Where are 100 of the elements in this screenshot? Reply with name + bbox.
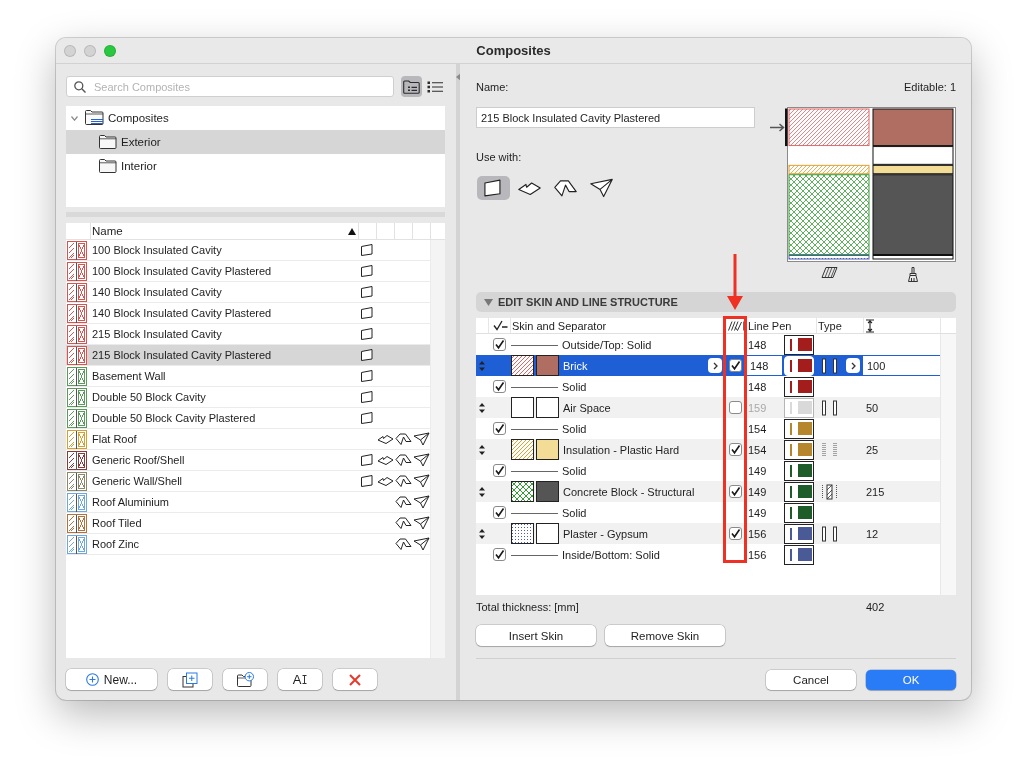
list-row[interactable]: Flat Roof <box>66 429 430 450</box>
drag-handle-icon[interactable] <box>479 486 485 497</box>
table-row[interactable]: Solid 149 <box>476 460 940 481</box>
fill-swatch-icon[interactable] <box>536 481 559 502</box>
table-row[interactable]: Plaster - Gypsum 156 12 <box>476 523 940 544</box>
list-row[interactable]: Roof Aluminium <box>66 492 430 513</box>
hatch-swatch-icon[interactable] <box>511 481 534 502</box>
tree-item[interactable]: Composites <box>66 106 445 130</box>
checkbox[interactable] <box>492 380 506 393</box>
scrollbar-track[interactable] <box>940 334 956 595</box>
duplicate-button[interactable] <box>168 669 212 690</box>
table-row[interactable]: Inside/Bottom: Solid 156 <box>476 544 940 565</box>
expand-button[interactable] <box>846 358 860 373</box>
list-row[interactable]: Double 50 Block Cavity <box>66 387 430 408</box>
dialog-button[interactable]: Cancel <box>766 670 856 690</box>
skin-action-button[interactable]: Insert Skin <box>476 625 596 646</box>
double-bar-icon[interactable] <box>821 525 838 542</box>
total-thickness-value: 402 <box>866 601 885 614</box>
drag-handle-icon[interactable] <box>479 360 485 371</box>
dotted-bar-icon[interactable] <box>821 441 838 458</box>
checkbox[interactable] <box>728 359 742 372</box>
checkbox[interactable] <box>492 338 506 351</box>
list-row[interactable]: Double 50 Block Cavity Plastered <box>66 408 430 429</box>
hatch-swatch-icon[interactable] <box>511 355 534 376</box>
brush-icon[interactable] <box>907 267 919 282</box>
list-row[interactable]: Roof Tiled <box>66 513 430 534</box>
wall-toggle[interactable] <box>477 176 510 200</box>
hatch-swatch-icon[interactable] <box>511 439 534 460</box>
hatched-core-icon[interactable] <box>821 483 838 500</box>
pen-button[interactable] <box>784 544 814 565</box>
fill-swatch-icon[interactable] <box>536 439 559 460</box>
fill-swatch-icon[interactable] <box>536 355 559 376</box>
list-row[interactable]: Basement Wall <box>66 366 430 387</box>
fill-swatch-icon[interactable] <box>536 397 559 418</box>
new-button[interactable]: New... <box>66 669 157 690</box>
checkbox[interactable] <box>492 548 506 561</box>
delete-button[interactable] <box>333 669 377 690</box>
hatch-swatch-icon[interactable] <box>511 397 534 418</box>
list-row[interactable]: 140 Block Insulated Cavity Plastered <box>66 303 430 324</box>
pen-button[interactable] <box>784 418 814 439</box>
pen-button[interactable] <box>784 523 814 544</box>
search-field[interactable]: Search Composites <box>66 76 394 97</box>
pen-button[interactable] <box>784 376 814 397</box>
list-row[interactable]: Roof Zinc <box>66 534 430 555</box>
checkbox[interactable] <box>492 506 506 519</box>
line-sample-icon <box>511 553 558 556</box>
checkbox[interactable] <box>492 422 506 435</box>
pen-button[interactable] <box>784 502 814 523</box>
section-header[interactable]: EDIT SKIN AND LINE STRUCTURE <box>476 292 956 312</box>
plus-circle-icon <box>85 673 99 686</box>
skin-name: Air Space <box>563 401 611 414</box>
list-row[interactable]: 100 Block Insulated Cavity Plastered <box>66 261 430 282</box>
checkbox[interactable] <box>492 464 506 477</box>
tree-item[interactable]: Interior <box>66 154 445 178</box>
list-row[interactable]: Generic Roof/Shell <box>66 450 430 471</box>
checkbox[interactable] <box>728 401 742 414</box>
table-row[interactable]: Outside/Top: Solid 148 <box>476 334 940 355</box>
table-row[interactable]: Solid 148 <box>476 376 940 397</box>
hatch-icon[interactable] <box>820 267 838 278</box>
hatch-swatch-icon[interactable] <box>511 523 534 544</box>
rename-button[interactable]: A <box>278 669 322 690</box>
name-field[interactable]: 215 Block Insulated Cavity Plastered <box>476 107 755 128</box>
pen-button[interactable] <box>784 439 814 460</box>
expand-button[interactable] <box>708 358 722 373</box>
checkbox[interactable] <box>728 485 742 498</box>
skin-action-button[interactable]: Remove Skin <box>605 625 725 646</box>
new-folder-button[interactable] <box>223 669 267 690</box>
default-button[interactable]: OK <box>866 670 956 690</box>
pen-button[interactable] <box>784 460 814 481</box>
list-row[interactable]: 215 Block Insulated Cavity Plastered <box>66 345 430 366</box>
tree-view-button[interactable] <box>401 76 422 97</box>
table-row[interactable]: Brick 148 100 <box>476 355 940 376</box>
checkbox[interactable] <box>728 443 742 456</box>
chevron-icon[interactable] <box>71 115 78 121</box>
disclosure-triangle-icon[interactable] <box>484 297 493 307</box>
pen-button[interactable] <box>784 334 814 355</box>
pen-number-field[interactable]: 148 <box>747 356 782 375</box>
search-icon <box>74 81 86 93</box>
list-row[interactable]: 140 Block Insulated Cavity <box>66 282 430 303</box>
table-row[interactable]: Concrete Block - Structural 149 215 <box>476 481 940 502</box>
column-header[interactable]: Name <box>90 223 358 239</box>
double-bar-icon[interactable] <box>821 399 838 416</box>
table-row[interactable]: Insulation - Plastic Hard 154 25 <box>476 439 940 460</box>
checkbox[interactable] <box>728 527 742 540</box>
pen-number: 154 <box>747 422 767 435</box>
scrollbar-track[interactable] <box>430 240 445 658</box>
pen-button[interactable] <box>784 481 814 502</box>
list-row[interactable]: Generic Wall/Shell <box>66 471 430 492</box>
drag-handle-icon[interactable] <box>479 528 485 539</box>
pen-number: 149 <box>747 464 767 477</box>
double-bar-icon[interactable] <box>821 357 838 374</box>
fill-swatch-icon[interactable] <box>536 523 559 544</box>
thickness-field[interactable]: 100 <box>863 356 940 375</box>
table-row[interactable]: Solid 149 <box>476 502 940 523</box>
list-row[interactable]: 100 Block Insulated Cavity <box>66 240 430 261</box>
drag-handle-icon[interactable] <box>479 444 485 455</box>
tree-item[interactable]: Exterior <box>66 130 445 154</box>
table-row[interactable]: Solid 154 <box>476 418 940 439</box>
check-all-icon[interactable] <box>492 320 508 331</box>
drag-handle-icon[interactable] <box>479 402 485 413</box>
